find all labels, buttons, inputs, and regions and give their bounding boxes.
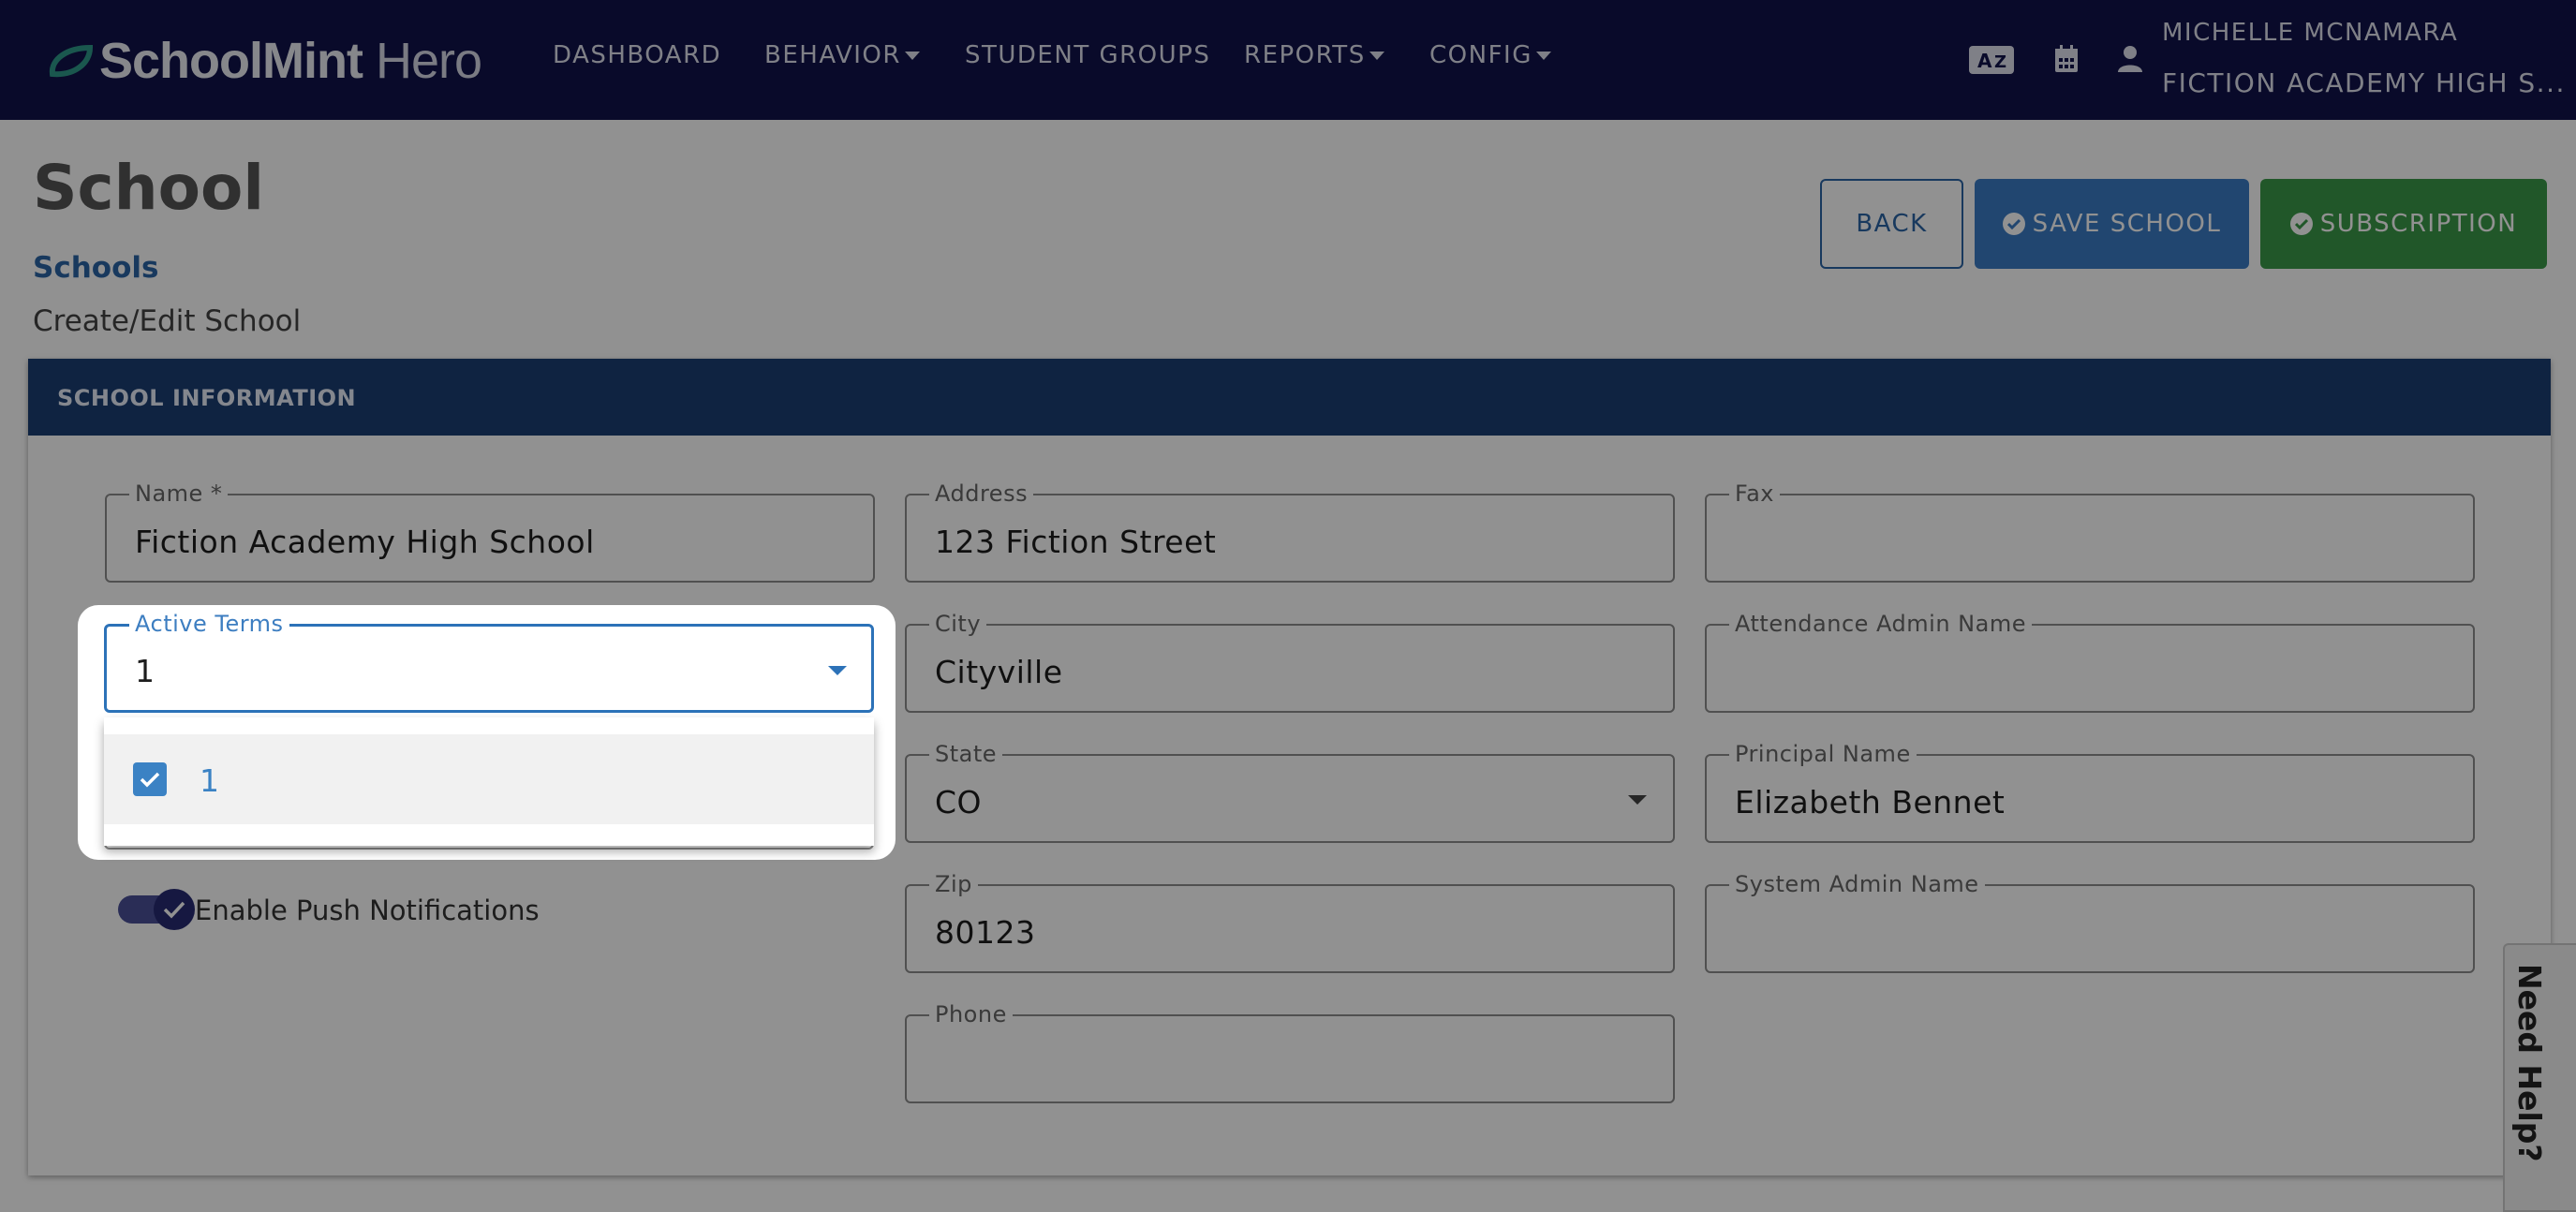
dropdown-option[interactable]: 1	[104, 734, 874, 824]
dropdown-arrow-icon	[828, 666, 847, 675]
dropdown-option-label: 1	[200, 762, 219, 799]
checkbox-checked-icon[interactable]	[133, 762, 167, 796]
active-terms-spotlight: Active Terms 1 1	[78, 605, 896, 860]
active-terms-label: Active Terms	[129, 612, 289, 636]
active-terms-value: 1	[135, 653, 155, 689]
active-terms-select[interactable]: Active Terms 1	[104, 612, 874, 713]
active-terms-dropdown: 1	[104, 717, 874, 846]
